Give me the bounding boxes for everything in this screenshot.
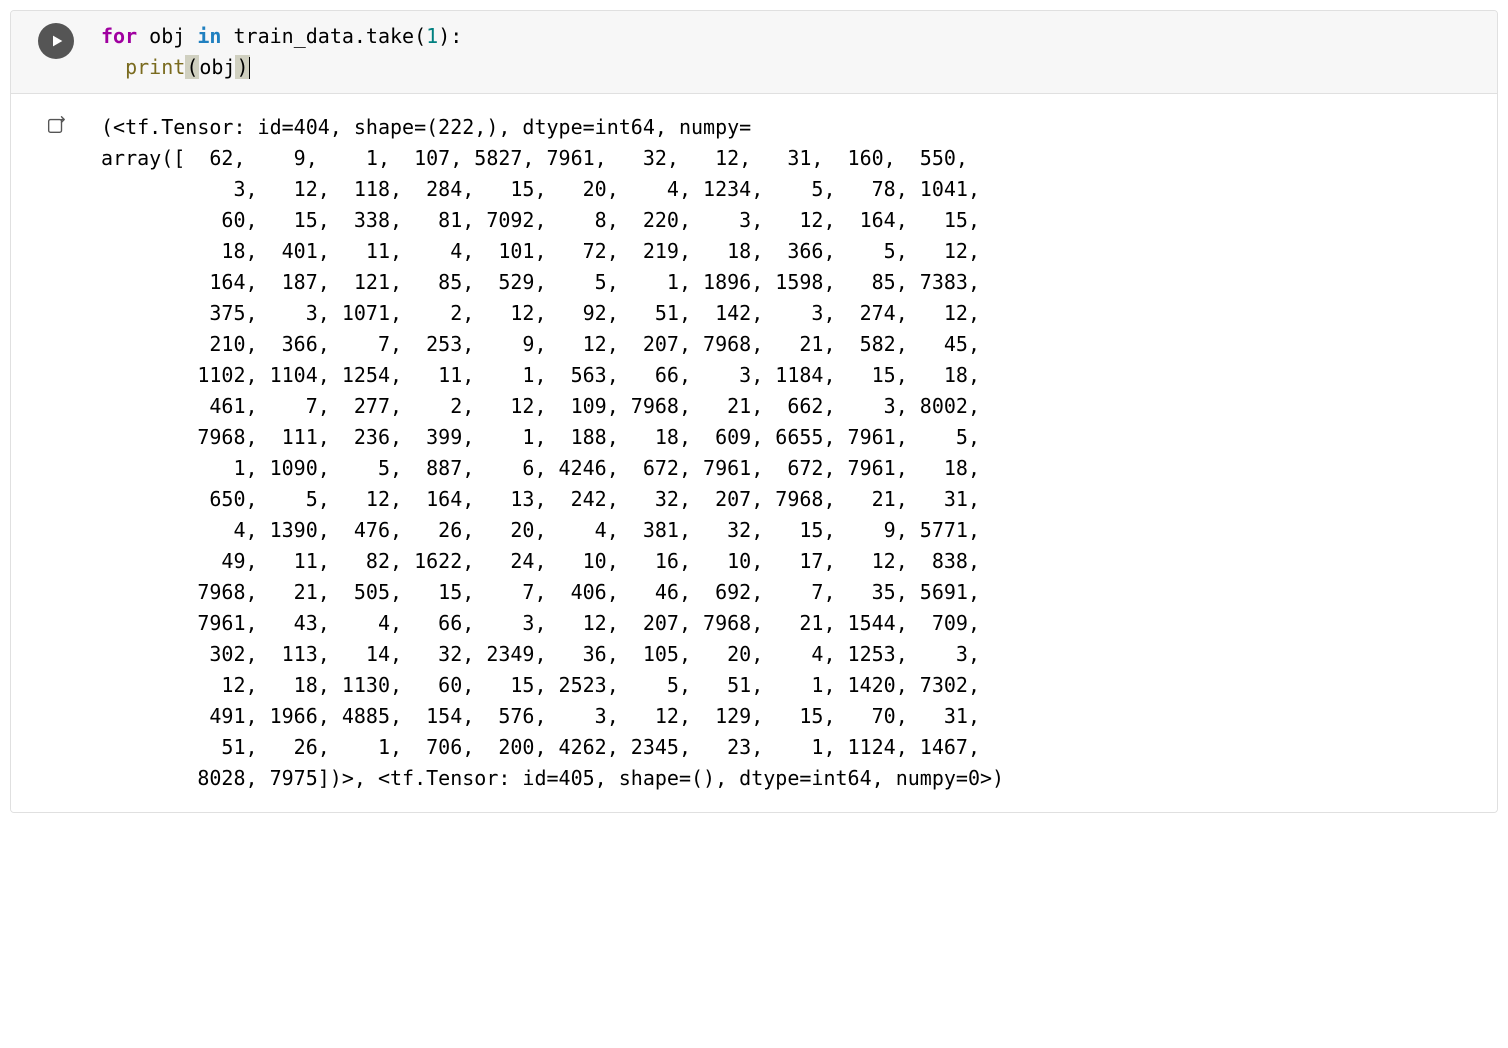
notebook-cell: for obj in train_data.take(1): print(obj… xyxy=(10,10,1498,813)
play-icon xyxy=(49,33,65,49)
paren-open: ( xyxy=(185,55,199,79)
run-button[interactable] xyxy=(38,23,74,59)
output-text[interactable]: (<tf.Tensor: id=404, shape=(222,), dtype… xyxy=(101,94,1497,812)
code-keyword-for: for xyxy=(101,24,137,48)
code-keyword-in: in xyxy=(197,24,221,48)
output-gutter[interactable] xyxy=(11,94,101,812)
text-cursor xyxy=(249,57,251,79)
code-editor[interactable]: for obj in train_data.take(1): print(obj… xyxy=(101,11,1497,93)
output-area: (<tf.Tensor: id=404, shape=(222,), dtype… xyxy=(11,94,1497,812)
run-gutter xyxy=(11,11,101,93)
paren-close: ) xyxy=(235,55,249,79)
output-icon xyxy=(45,114,67,136)
input-area: for obj in train_data.take(1): print(obj… xyxy=(11,11,1497,94)
